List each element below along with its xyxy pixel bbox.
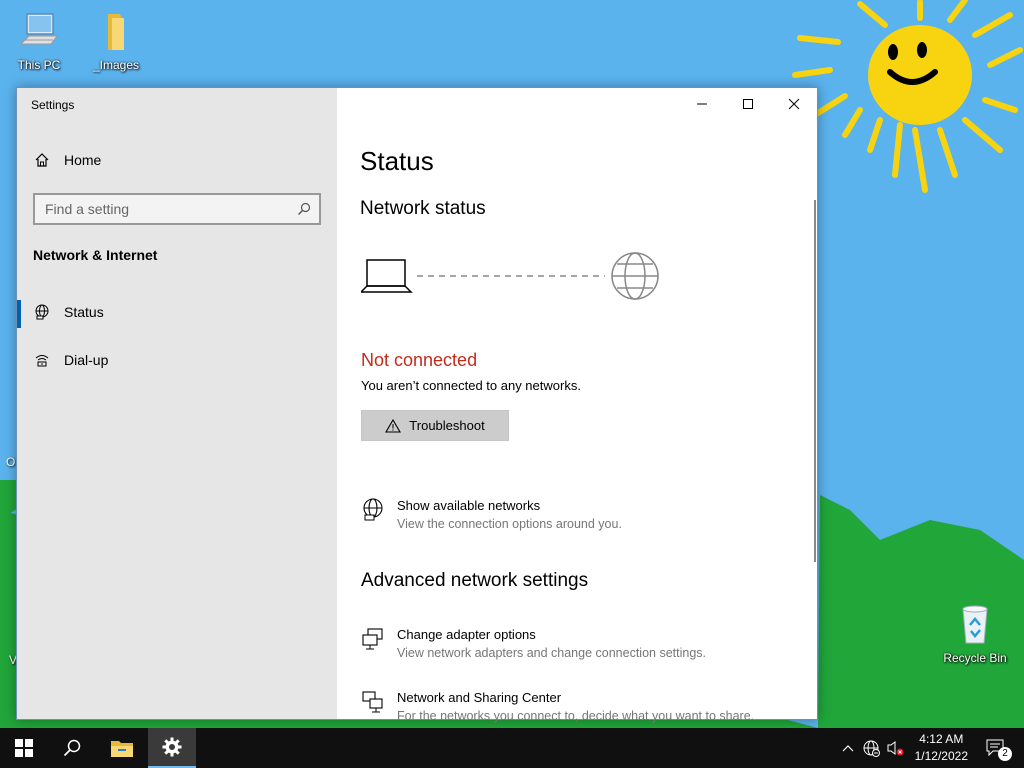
network-tray-button[interactable] (861, 738, 881, 758)
folder-icon (108, 14, 124, 50)
computer-icon (19, 13, 58, 45)
network-globe-tray-icon (863, 740, 880, 757)
file-explorer-taskbar-button[interactable] (98, 728, 146, 768)
page-title: Status (360, 146, 434, 176)
this-pc-label: This PC (17, 58, 61, 72)
recycle-bin-icon (962, 605, 988, 644)
network-sharing-center-link[interactable]: Network and Sharing Center For the netwo… (361, 690, 754, 723)
network-status-heading: Network status (360, 198, 486, 219)
windows-logo-icon (15, 739, 33, 757)
connection-state: Not connected (361, 350, 478, 370)
network-sharing-center-title: Network and Sharing Center (397, 690, 562, 705)
volume-muted-icon (887, 741, 904, 756)
change-adapter-options-link[interactable]: Change adapter options View network adap… (361, 627, 706, 660)
sidebar-item-home[interactable]: Home (33, 152, 101, 168)
file-explorer-icon (111, 741, 133, 757)
clock-time: 4:12 AM (919, 732, 964, 746)
show-available-networks-subtitle: View the connection options around you. (397, 517, 622, 531)
start-button[interactable] (0, 728, 48, 768)
this-pc-desktop-icon[interactable]: This PC (7, 10, 71, 72)
change-adapter-options-subtitle: View network adapters and change connect… (397, 646, 706, 660)
show-available-networks-link[interactable]: Show available networks View the connect… (361, 498, 622, 531)
search-input[interactable] (45, 201, 285, 217)
active-item-indicator (17, 300, 21, 328)
recycle-bin-label: Recycle Bin (943, 651, 1007, 665)
partial-desktop-label-o: O (6, 455, 16, 469)
clock-date: 1/12/2022 (914, 749, 968, 763)
find-setting-search-box[interactable] (33, 193, 321, 225)
search-icon (63, 739, 81, 757)
sidebar-section-heading: Network & Internet (33, 247, 158, 263)
settings-window: Settings Home Network & Internet Status (16, 87, 818, 723)
notification-count-badge: 2 (998, 747, 1012, 761)
sidebar-item-status[interactable]: Status (33, 304, 104, 320)
adapter-icon (361, 627, 385, 660)
troubleshoot-label: Troubleshoot (409, 418, 485, 433)
search-icon[interactable] (297, 202, 311, 221)
sharing-center-icon (361, 690, 385, 723)
internet-globe-icon (611, 252, 659, 300)
dial-up-icon (33, 352, 51, 368)
sidebar-item-dial-up-label: Dial-up (64, 352, 109, 368)
change-adapter-options-title: Change adapter options (397, 627, 536, 642)
network-status-diagram (361, 252, 659, 300)
advanced-network-settings-heading: Advanced network settings (361, 570, 589, 591)
taskbar: 4:12 AM 1/12/2022 2 (0, 728, 1024, 768)
window-title: Settings (31, 98, 75, 112)
scrollbar[interactable] (814, 200, 816, 562)
sidebar-item-status-label: Status (64, 304, 104, 320)
chevron-up-icon (842, 745, 854, 752)
action-center-button[interactable]: 2 (984, 738, 1012, 761)
network-sharing-center-subtitle: For the networks you connect to, decide … (397, 709, 755, 723)
volume-tray-button[interactable] (885, 738, 905, 758)
settings-taskbar-button[interactable] (148, 728, 196, 768)
images-folder-label: _Images (92, 58, 140, 72)
taskbar-clock[interactable]: 4:12 AM 1/12/2022 (915, 731, 968, 765)
gear-icon (162, 737, 182, 757)
search-taskbar-button[interactable] (48, 728, 96, 768)
images-folder-desktop-icon[interactable]: _Images (84, 10, 148, 72)
show-available-networks-title: Show available networks (397, 498, 541, 513)
warning-icon (385, 418, 402, 433)
settings-sidebar: Settings Home Network & Internet Status (17, 88, 337, 719)
sidebar-item-dial-up[interactable]: Dial-up (33, 352, 108, 368)
settings-main-pane: Status Network status Not connected You … (337, 88, 817, 723)
troubleshoot-button[interactable]: Troubleshoot (361, 410, 509, 441)
globe-network-icon (33, 304, 51, 320)
network-globe-icon (361, 498, 385, 531)
laptop-icon (361, 259, 413, 293)
connection-detail: You aren’t connected to any networks. (361, 378, 581, 393)
home-icon (33, 152, 51, 168)
sidebar-item-home-label: Home (64, 152, 102, 168)
recycle-bin-desktop-icon[interactable]: Recycle Bin (942, 603, 1008, 665)
show-hidden-icons-button[interactable] (838, 738, 858, 758)
